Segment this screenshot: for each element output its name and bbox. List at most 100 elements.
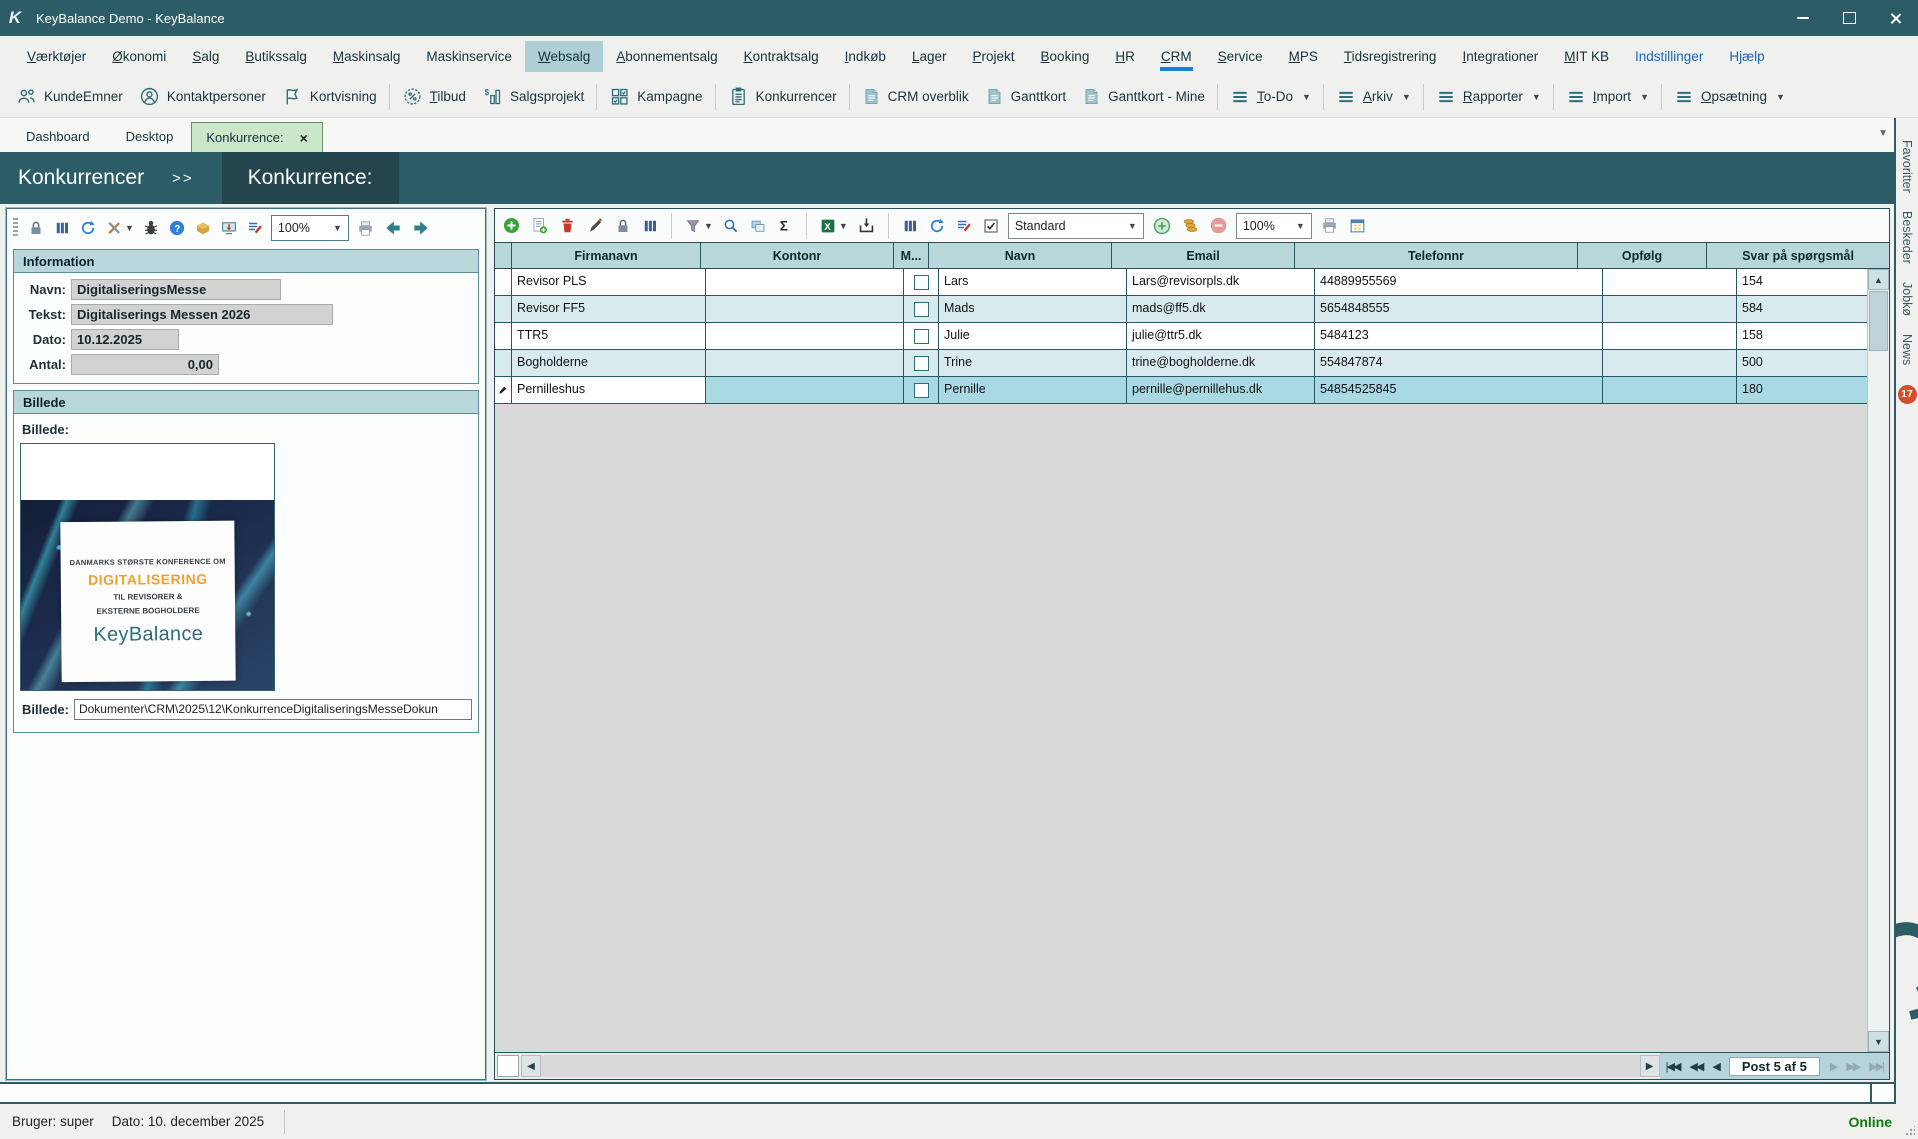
edit-row-button[interactable] [585, 215, 606, 236]
grid-corner-box[interactable] [497, 1055, 519, 1077]
cell-telefonnr[interactable]: 5654848555 [1315, 296, 1603, 322]
kundeemner-button[interactable]: KundeEmner [8, 82, 131, 111]
drag-grip-icon[interactable] [13, 218, 18, 238]
menu-butikssalg[interactable]: Butikssalg [232, 41, 320, 72]
cell-checkbox[interactable] [904, 296, 939, 322]
cell-opfolg[interactable] [1603, 296, 1737, 322]
salgsprojekt-button[interactable]: $ Salgsprojekt [474, 82, 592, 111]
table-row-selected[interactable]: Pernilleshus Pernille pernille@pernilleh… [495, 377, 1867, 404]
header-telefonnr[interactable]: Telefonnr [1295, 243, 1578, 268]
cell-navn[interactable]: Trine [939, 350, 1127, 376]
header-firmanavn[interactable]: Firmanavn [512, 243, 701, 268]
cell-kontonr[interactable] [706, 377, 904, 403]
crm-overblik-button[interactable]: CRM overblik [854, 83, 977, 110]
menu-vaerktojer[interactable]: Værktøjer [14, 41, 99, 72]
information-section-header[interactable]: Information [14, 250, 478, 273]
image-view-button[interactable] [748, 216, 768, 236]
scroll-down-icon[interactable]: ▼ [1868, 1031, 1889, 1052]
menu-indkob[interactable]: Indkøb [832, 41, 899, 72]
tab-desktop[interactable]: Desktop [108, 121, 192, 152]
scroll-left-icon[interactable]: ◀ [521, 1055, 541, 1077]
lock-button[interactable] [26, 218, 46, 238]
screen-import-button[interactable] [219, 218, 239, 238]
cell-firmanavn[interactable]: Revisor PLS [512, 269, 706, 295]
menu-kontraktsalg[interactable]: Kontraktsalg [731, 41, 832, 72]
columns-button[interactable] [52, 218, 72, 238]
resize-grip[interactable] [1905, 1126, 1915, 1136]
cell-checkbox[interactable] [904, 377, 939, 403]
scrollbar-track[interactable] [1868, 352, 1889, 1031]
cell-email[interactable]: pernille@pernillehus.dk [1127, 377, 1315, 403]
header-email[interactable]: Email [1112, 243, 1295, 268]
cell-telefonnr[interactable]: 5484123 [1315, 323, 1603, 349]
kampagne-button[interactable]: Kampagne [601, 82, 710, 111]
cell-checkbox[interactable] [904, 269, 939, 295]
menu-integrationer[interactable]: Integrationer [1449, 41, 1551, 72]
select-mode-button[interactable] [981, 216, 1001, 236]
cell-telefonnr[interactable]: 54854525845 [1315, 377, 1603, 403]
cell-navn[interactable]: Mads [939, 296, 1127, 322]
refresh-button[interactable] [78, 218, 98, 238]
antal-field[interactable]: 0,00 [71, 354, 219, 375]
header-kontonr[interactable]: Kontonr [701, 243, 894, 268]
row-checkbox[interactable] [914, 302, 929, 317]
cell-svar[interactable]: 154 [1737, 269, 1867, 295]
help-button[interactable]: ? [167, 218, 187, 238]
cell-checkbox[interactable] [904, 323, 939, 349]
sidebar-item-jobko[interactable]: Jobkø [1900, 282, 1914, 316]
cell-email[interactable]: julie@ttr5.dk [1127, 323, 1315, 349]
cell-checkbox[interactable] [904, 350, 939, 376]
delete-row-button[interactable] [557, 215, 578, 236]
new-document-button[interactable] [529, 215, 550, 236]
grid-refresh-button[interactable] [927, 216, 947, 236]
menu-lager[interactable]: Lager [899, 41, 960, 72]
tools-button[interactable]: ▼ [104, 218, 135, 238]
menu-hjaelp[interactable]: Hjælp [1716, 41, 1777, 72]
maximize-button[interactable] [1826, 0, 1872, 36]
menu-maskinservice[interactable]: Maskinservice [413, 41, 525, 72]
cell-telefonnr[interactable]: 44889955569 [1315, 269, 1603, 295]
row-checkbox[interactable] [914, 329, 929, 344]
pager-fast-next-icon[interactable]: ▶▶ [1846, 1060, 1859, 1073]
tab-konkurrence[interactable]: Konkurrence: × [191, 122, 323, 152]
cell-kontonr[interactable] [706, 350, 904, 376]
rapporter-menu-button[interactable]: Rapporter▼ [1428, 83, 1549, 111]
excel-export-button[interactable]: X▼ [818, 216, 849, 236]
cell-svar[interactable]: 500 [1737, 350, 1867, 376]
scroll-up-icon[interactable]: ▲ [1868, 269, 1889, 290]
export-box-button[interactable] [193, 218, 213, 238]
view-select[interactable]: Standard ▼ [1008, 213, 1144, 239]
tekst-field[interactable]: Digitaliserings Messen 2026 [71, 304, 333, 325]
grid-columns-button[interactable] [640, 216, 660, 236]
grid-print-button[interactable] [1319, 215, 1340, 236]
vertical-scrollbar[interactable]: ▲ ▼ [1867, 269, 1889, 1052]
remove-button[interactable] [1208, 215, 1229, 236]
header-navn[interactable]: Navn [929, 243, 1112, 268]
calendar-button[interactable] [1347, 215, 1368, 236]
panel-zoom-select[interactable]: 100% ▼ [271, 215, 349, 241]
grid-zoom-select[interactable]: 100% ▼ [1236, 213, 1312, 239]
menu-tidsregistrering[interactable]: Tidsregistrering [1331, 41, 1450, 72]
sidebar-item-favoritter[interactable]: Favoritter [1900, 140, 1914, 193]
menu-salg[interactable]: Salg [179, 41, 232, 72]
menu-mit-kb[interactable]: MIT KB [1551, 41, 1622, 72]
kortvisning-button[interactable]: Kortvisning [274, 82, 385, 111]
ganttkort-button[interactable]: Ganttkort [977, 83, 1075, 110]
cell-svar[interactable]: 158 [1737, 323, 1867, 349]
pager-first-icon[interactable]: |◀◀ [1666, 1060, 1680, 1073]
grid-columns2-button[interactable] [900, 216, 920, 236]
menu-mps[interactable]: MPS [1276, 41, 1331, 72]
table-row[interactable]: TTR5 Julie julie@ttr5.dk 5484123 158 [495, 323, 1867, 350]
menu-projekt[interactable]: Projekt [960, 41, 1028, 72]
menu-maskinsalg[interactable]: Maskinsalg [320, 41, 414, 72]
cell-navn[interactable]: Pernille [939, 377, 1127, 403]
menu-indstillinger[interactable]: Indstillinger [1622, 41, 1716, 72]
menu-abonnementsalg[interactable]: Abonnementsalg [603, 41, 730, 72]
cell-svar[interactable]: 180 [1737, 377, 1867, 403]
cell-firmanavn[interactable]: Pernilleshus [512, 377, 706, 403]
sum-button[interactable]: Σ [775, 216, 795, 236]
cell-email[interactable]: Lars@revisorpls.dk [1127, 269, 1315, 295]
tilbud-button[interactable]: Tilbud [394, 82, 474, 111]
filter-button[interactable]: ▼ [683, 216, 714, 236]
cell-navn[interactable]: Julie [939, 323, 1127, 349]
